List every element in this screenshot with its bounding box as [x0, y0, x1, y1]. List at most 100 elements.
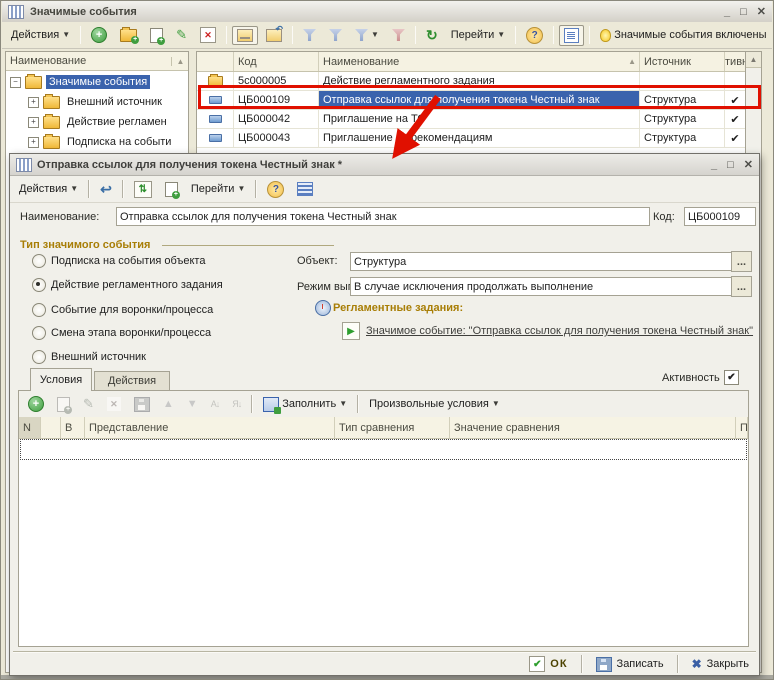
delete-button[interactable]: ✕: [195, 24, 221, 46]
radio-scheduled-job[interactable]: Действие регламентного задания: [32, 278, 223, 292]
save-button[interactable]: Записать: [592, 656, 668, 673]
radio-external-source[interactable]: Внешний источник: [32, 350, 146, 364]
filter-apply-button[interactable]: [324, 26, 347, 44]
refresh-button[interactable]: ↻: [421, 24, 443, 47]
tree-item-deystvie-reglamentnogo[interactable]: + Действие регламен: [6, 112, 188, 132]
tree-header[interactable]: Наименование ▲: [6, 52, 188, 71]
tree-icon: [564, 28, 579, 43]
dialog-copy-button[interactable]: +: [160, 179, 183, 200]
collapse-icon[interactable]: −: [10, 77, 21, 88]
scroll-up-icon[interactable]: ▲: [746, 52, 761, 68]
mode-browse-button[interactable]: ...: [731, 276, 752, 297]
expand-icon[interactable]: +: [28, 137, 39, 148]
num-column-header[interactable]: N: [19, 417, 41, 438]
scheduled-jobs-header: Регламентные задания:: [333, 302, 463, 314]
tab-conditions[interactable]: Условия: [30, 368, 92, 391]
actions-menu-button[interactable]: Действия ▼: [6, 26, 75, 44]
edit-button[interactable]: ✎: [171, 24, 192, 46]
compare-value-column-header[interactable]: Значение сравнения: [450, 417, 736, 438]
cond-finish-button[interactable]: [129, 394, 155, 415]
cond-move-down-button[interactable]: ▼: [182, 395, 203, 413]
table-row[interactable]: ЦБ000043 Приглашение по рекомендациям Ст…: [197, 129, 746, 148]
last-column-header[interactable]: Пр...: [736, 417, 748, 438]
minimize-icon[interactable]: _: [711, 158, 717, 172]
refresh-box-button[interactable]: ⇅: [129, 178, 157, 201]
cond-delete-button[interactable]: ✕: [102, 394, 126, 414]
annotation-arrow: [366, 93, 466, 173]
object-browse-button[interactable]: ...: [731, 251, 752, 272]
fill-menu-button[interactable]: Заполнить ▼: [258, 394, 352, 415]
goto-menu-button[interactable]: Перейти ▼: [446, 26, 511, 44]
hierarchy-view-icon: [237, 29, 253, 42]
tree-header-label: Наименование: [6, 55, 171, 67]
sort-asc-icon[interactable]: ▲: [171, 57, 188, 66]
events-enabled-status[interactable]: Значимые события включены: [595, 26, 771, 45]
up-level-icon: [266, 29, 282, 42]
object-field-label: Объект:: [297, 255, 338, 267]
cond-sort-desc-button[interactable]: Я↓: [227, 396, 246, 412]
dropdown-arrow-icon: ▼: [237, 185, 245, 193]
ok-button[interactable]: ✔ ОК: [525, 655, 571, 673]
reread-button[interactable]: ↩: [95, 178, 117, 201]
copy-button[interactable]: +: [145, 25, 168, 46]
filter-set-button[interactable]: [298, 26, 321, 44]
minimize-icon[interactable]: _: [724, 5, 730, 19]
activity-label: Активность: [662, 372, 720, 384]
activity-checkbox[interactable]: ✔: [724, 370, 739, 385]
up-level-button[interactable]: [261, 26, 287, 45]
separator: [357, 395, 359, 413]
custom-conditions-menu-button[interactable]: Произвольные условия ▼: [364, 395, 505, 413]
tree-item-znachimye-sobytiya[interactable]: − Значимые события: [6, 72, 188, 92]
cond-copy-button[interactable]: +: [52, 394, 75, 415]
view-column-header[interactable]: Представление: [85, 417, 335, 438]
close-icon[interactable]: ✕: [744, 158, 753, 172]
tree-panel-toggle-button[interactable]: [559, 25, 584, 46]
active-column-header[interactable]: Активн...: [725, 52, 746, 71]
radio-stage-change[interactable]: Смена этапа воронки/процесса: [32, 326, 211, 340]
dialog-actions-menu-button[interactable]: Действия ▼: [14, 180, 83, 198]
cond-edit-button[interactable]: ✎: [78, 393, 99, 415]
event-link[interactable]: Значимое событие: "Отправка ссылок для п…: [366, 325, 753, 337]
cond-move-up-button[interactable]: ▲: [158, 395, 179, 413]
hierarchy-view-button[interactable]: [232, 26, 258, 45]
icon-column-header[interactable]: [41, 417, 61, 438]
close-button[interactable]: ✖ Закрыть: [688, 656, 753, 672]
dialog-goto-menu-button[interactable]: Перейти ▼: [186, 180, 251, 198]
maximize-icon[interactable]: □: [727, 158, 734, 172]
object-input[interactable]: Структура: [350, 252, 734, 271]
help-button[interactable]: ?: [521, 24, 548, 47]
expand-icon[interactable]: +: [28, 117, 39, 128]
dropdown-arrow-icon: ▼: [492, 400, 500, 408]
tree-item-vneshniy-istochnik[interactable]: + Внешний источник: [6, 92, 188, 112]
maximize-icon[interactable]: □: [740, 5, 747, 19]
source-column-header[interactable]: Источник: [640, 52, 725, 71]
dialog-help-button[interactable]: ?: [262, 178, 289, 201]
radio-funnel-event[interactable]: Событие для воронки/процесса: [32, 303, 213, 317]
flag-column-header[interactable]: В: [61, 417, 85, 438]
tree-item-podpiska-na-sobytiya[interactable]: + Подписка на событи: [6, 132, 188, 152]
code-column-header[interactable]: Код: [234, 52, 319, 71]
code-input[interactable]: ЦБ000109: [684, 207, 756, 226]
dialog-settings-button[interactable]: [292, 179, 318, 199]
help-icon: ?: [267, 181, 284, 198]
radio-subscription[interactable]: Подписка на события объекта: [32, 254, 205, 268]
compare-type-column-header[interactable]: Тип сравнения: [335, 417, 450, 438]
cond-sort-asc-button[interactable]: А↓: [206, 396, 225, 412]
filter-history-button[interactable]: ▼: [350, 26, 384, 44]
name-input[interactable]: Отправка ссылок для получения токена Чес…: [116, 207, 650, 226]
add-group-button[interactable]: +: [115, 26, 142, 45]
cond-add-button[interactable]: +: [23, 393, 49, 415]
add-button[interactable]: +: [86, 24, 112, 46]
empty-selected-row[interactable]: [20, 439, 747, 460]
tab-actions[interactable]: Действия: [94, 371, 170, 391]
filter-clear-button[interactable]: [387, 26, 410, 44]
mode-input[interactable]: В случае исключения продолжать выполнени…: [350, 277, 734, 296]
name-column-header[interactable]: Наименование ▲: [319, 52, 640, 71]
folder-add-icon: +: [120, 29, 137, 42]
table-row[interactable]: ЦБ000042 Приглашение на ТО Структура ✔: [197, 110, 746, 129]
radio-icon: [32, 350, 46, 364]
expand-icon[interactable]: +: [28, 97, 39, 108]
icon-column-header[interactable]: [197, 52, 234, 71]
event-link-row[interactable]: ▶ Значимое событие: "Отправка ссылок для…: [342, 322, 753, 340]
close-icon[interactable]: ✕: [757, 5, 766, 19]
